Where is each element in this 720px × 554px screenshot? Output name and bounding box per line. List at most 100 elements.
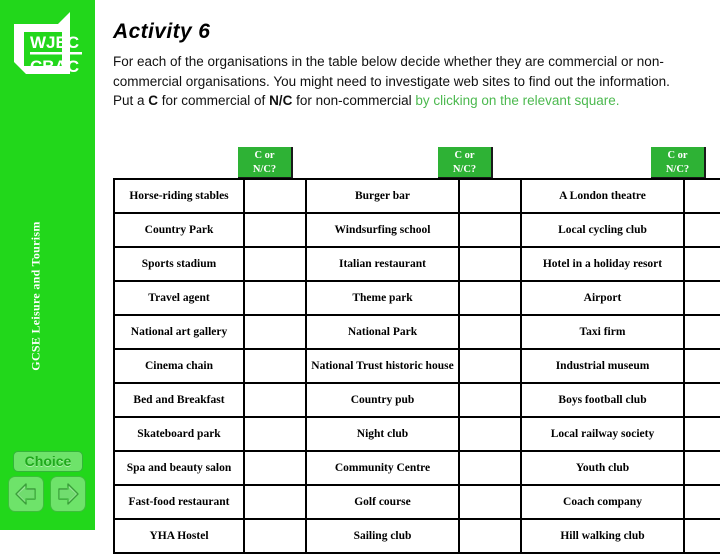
chip-3-line-1: C or <box>667 150 688 161</box>
answer-cell[interactable] <box>458 314 522 350</box>
intro-line-4a: Put a <box>113 93 149 108</box>
organisation-name-cell: Boys football club <box>520 382 685 418</box>
organisation-name-cell: Spa and beauty salon <box>113 450 245 486</box>
table-row: Spa and beauty salon Community Centre Yout… <box>113 450 720 486</box>
table-row: Skateboard park Night club Local railway s… <box>113 416 720 452</box>
choice-button[interactable]: Choice <box>13 451 83 472</box>
forward-arrow-icon <box>58 483 79 505</box>
answer-cell[interactable] <box>458 450 522 486</box>
intro-line-1: For each of the organisations in the tab… <box>113 54 618 69</box>
answer-cell[interactable] <box>243 178 307 214</box>
answer-cell[interactable] <box>243 246 307 282</box>
organisation-name-cell: YHA Hostel <box>113 518 245 554</box>
table-row: Sports stadium Italian restaurant Hotel in… <box>113 246 720 282</box>
logo-graphic: WJEC CBAC <box>14 12 82 76</box>
organisation-name-cell: Sports stadium <box>113 246 245 282</box>
answer-cell[interactable] <box>683 484 720 520</box>
table-row: Horse-riding stables Burger bar A London t… <box>113 178 720 214</box>
column-header-chip-1: C or N/C? <box>238 147 293 179</box>
answer-cell[interactable] <box>243 212 307 248</box>
organisation-name-cell: Windsurfing school <box>305 212 460 248</box>
organisation-name-cell: Industrial museum <box>520 348 685 384</box>
answer-cell[interactable] <box>243 450 307 486</box>
answer-cell[interactable] <box>683 280 720 316</box>
answer-cell[interactable] <box>458 484 522 520</box>
organisation-name-cell: Hill walking club <box>520 518 685 554</box>
table-row: Bed and Breakfast Country pub Boys footbal… <box>113 382 720 418</box>
organisation-name-cell: Skateboard park <box>113 416 245 452</box>
organisation-name-cell: Country pub <box>305 382 460 418</box>
intro-line-4c: for non-commercial <box>292 93 416 108</box>
organisation-name-cell: Local railway society <box>520 416 685 452</box>
course-title: GCSE Leisure and Tourism <box>28 221 43 371</box>
sidebar: WJEC CBAC GCSE Leisure and Tourism Choic… <box>0 0 95 530</box>
organisation-name-cell: Theme park <box>305 280 460 316</box>
organisation-name-cell: Cinema chain <box>113 348 245 384</box>
activity-table: Horse-riding stables Burger bar A London t… <box>113 178 720 554</box>
organisation-name-cell: Golf course <box>305 484 460 520</box>
answer-cell[interactable] <box>683 518 720 554</box>
table-row: National art gallery National Park Taxi fi… <box>113 314 720 350</box>
organisation-name-cell: Travel agent <box>113 280 245 316</box>
organisation-name-cell: National art gallery <box>113 314 245 350</box>
answer-cell[interactable] <box>683 314 720 350</box>
chip-1-line-1: C or <box>254 150 275 161</box>
answer-cell[interactable] <box>683 382 720 418</box>
table-row: Fast-food restaurant Golf course Coach com… <box>113 484 720 520</box>
page-title: Activity 6 <box>113 20 211 43</box>
organisation-name-cell: Community Centre <box>305 450 460 486</box>
column-header-chip-2: C or N/C? <box>438 147 493 179</box>
intro-hint: by clicking on the relevant square. <box>415 93 620 108</box>
answer-cell[interactable] <box>458 382 522 418</box>
organisation-name-cell: Italian restaurant <box>305 246 460 282</box>
organisation-name-cell: Night club <box>305 416 460 452</box>
organisation-name-cell: Airport <box>520 280 685 316</box>
organisation-name-cell: Horse-riding stables <box>113 178 245 214</box>
organisation-name-cell: Taxi firm <box>520 314 685 350</box>
organisation-name-cell: National Trust historic house <box>305 348 460 384</box>
chip-1-line-2: N/C? <box>252 164 277 175</box>
answer-cell[interactable] <box>458 280 522 316</box>
answer-cell[interactable] <box>683 212 720 248</box>
answer-cell[interactable] <box>458 212 522 248</box>
answer-cell[interactable] <box>683 450 720 486</box>
table-row: Cinema chain National Trust historic hous… <box>113 348 720 384</box>
answer-cell[interactable] <box>458 518 522 554</box>
answer-cell[interactable] <box>458 416 522 452</box>
answer-cell[interactable] <box>683 178 720 214</box>
intro-line-4b: for commercial of <box>158 93 270 108</box>
answer-cell[interactable] <box>683 416 720 452</box>
table-row: Travel agent Theme park Airport <box>113 280 720 316</box>
organisation-name-cell: Sailing club <box>305 518 460 554</box>
organisation-name-cell: Local cycling club <box>520 212 685 248</box>
table-row: Country Park Windsurfing school Local cycl… <box>113 212 720 248</box>
answer-cell[interactable] <box>458 246 522 282</box>
wjec-cbac-logo: WJEC CBAC <box>10 8 88 80</box>
answer-cell[interactable] <box>683 246 720 282</box>
answer-cell[interactable] <box>243 280 307 316</box>
organisation-name-cell: National Park <box>305 314 460 350</box>
back-button[interactable] <box>8 476 44 512</box>
organisation-name-cell: Youth club <box>520 450 685 486</box>
organisation-name-cell: A London theatre <box>520 178 685 214</box>
answer-cell[interactable] <box>243 416 307 452</box>
answer-cell[interactable] <box>458 348 522 384</box>
intro-paragraph: For each of the organisations in the tab… <box>113 52 719 111</box>
answer-cell[interactable] <box>243 382 307 418</box>
organisation-name-cell: Country Park <box>113 212 245 248</box>
organisation-name-cell: Bed and Breakfast <box>113 382 245 418</box>
answer-cell[interactable] <box>243 518 307 554</box>
chip-2-line-2: N/C? <box>452 164 477 175</box>
answer-cell[interactable] <box>458 178 522 214</box>
svg-text:WJEC: WJEC <box>30 33 79 52</box>
svg-text:CBAC: CBAC <box>30 57 79 76</box>
intro-bold-c: C <box>148 93 159 108</box>
column-header-chip-3: C or N/C? <box>651 147 706 179</box>
answer-cell[interactable] <box>243 484 307 520</box>
answer-cell[interactable] <box>243 314 307 350</box>
organisation-name-cell: Hotel in a holiday resort <box>520 246 685 282</box>
answer-cell[interactable] <box>243 348 307 384</box>
answer-cell[interactable] <box>683 348 720 384</box>
next-button[interactable] <box>50 476 86 512</box>
chip-2-line-1: C or <box>454 150 475 161</box>
